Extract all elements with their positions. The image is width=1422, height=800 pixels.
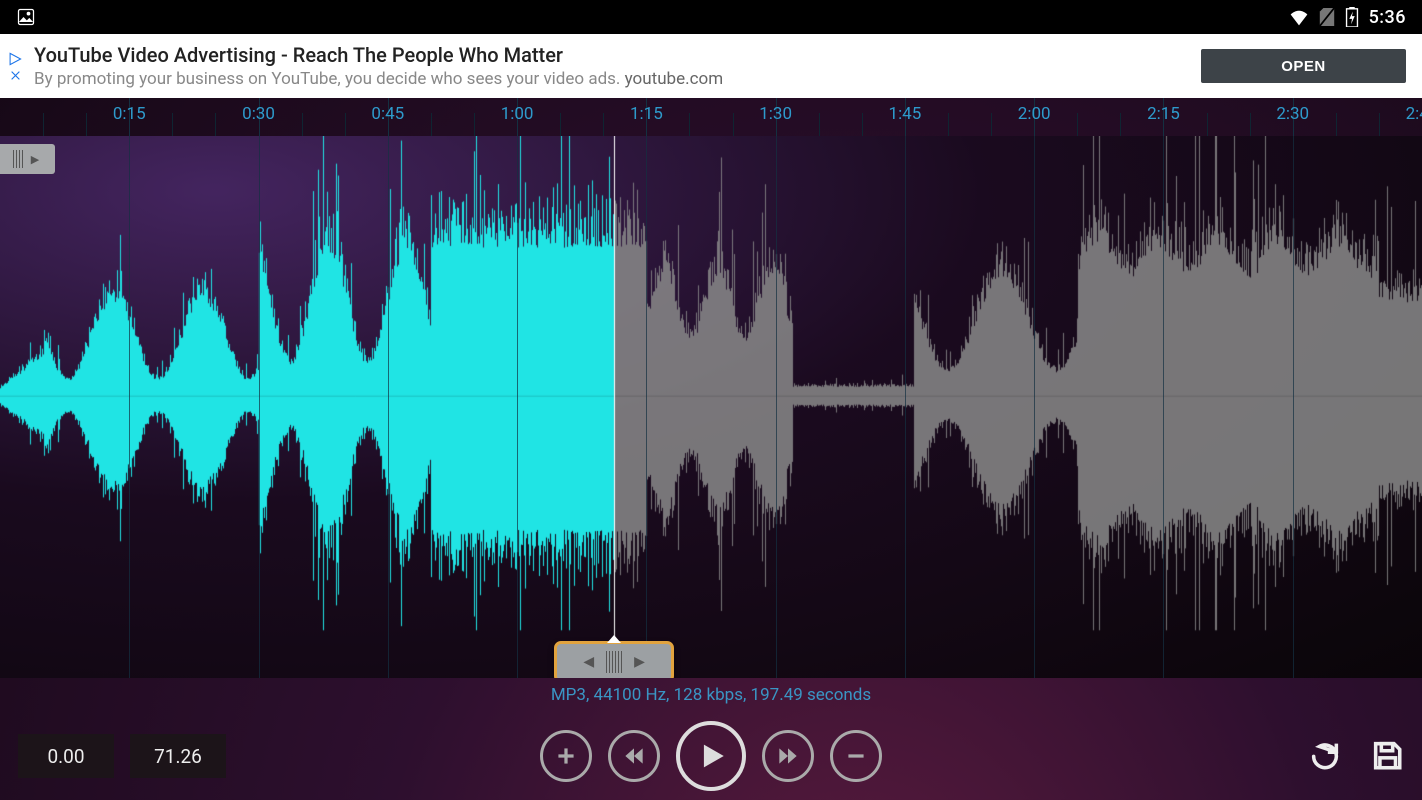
redo-button[interactable]: [1308, 738, 1342, 775]
ruler-tick-label: 1:45: [889, 104, 922, 124]
battery-charging-icon: [1345, 7, 1359, 27]
zoom-out-button[interactable]: [830, 730, 882, 782]
zoom-in-button[interactable]: [540, 730, 592, 782]
ruler-tick-label: 0:15: [113, 104, 146, 124]
ruler-tick-label: 2:45: [1406, 104, 1422, 124]
waveform-area[interactable]: ▶ ◀ ▶: [0, 136, 1422, 678]
start-time-box[interactable]: 0.00: [18, 734, 114, 778]
chevron-left-icon: ◀: [583, 654, 594, 670]
gallery-icon: [16, 7, 36, 27]
fast-forward-button[interactable]: [762, 730, 814, 782]
ad-title: YouTube Video Advertising - Reach The Pe…: [34, 43, 1191, 67]
wifi-icon: [1289, 8, 1309, 26]
ruler-tick-label: 2:30: [1276, 104, 1309, 124]
ad-subtitle: By promoting your business on YouTube, y…: [34, 69, 1191, 89]
ruler-tick-label: 2:15: [1147, 104, 1180, 124]
ruler-tick-label: 1:00: [501, 104, 534, 124]
ad-banner[interactable]: YouTube Video Advertising - Reach The Pe…: [0, 34, 1422, 98]
audio-info-text: MP3, 44100 Hz, 128 kbps, 197.49 seconds: [0, 678, 1422, 712]
play-button[interactable]: [676, 721, 746, 791]
ruler-tick-label: 1:30: [759, 104, 792, 124]
selection-start-handle[interactable]: ▶: [0, 144, 55, 174]
waveform-canvas[interactable]: [0, 136, 1422, 678]
ad-open-button[interactable]: OPEN: [1201, 49, 1406, 83]
ruler-tick-label: 2:00: [1018, 104, 1051, 124]
adchoices-badge[interactable]: [6, 52, 24, 81]
bottom-controls: 0.00 71.26: [0, 712, 1422, 800]
ruler-tick-label: 1:15: [630, 104, 663, 124]
status-time: 5:36: [1369, 7, 1406, 28]
android-status-bar: 5:36: [0, 0, 1422, 34]
chevron-right-icon: ▶: [31, 153, 39, 166]
save-button[interactable]: [1370, 738, 1404, 775]
end-time-box[interactable]: 71.26: [130, 734, 226, 778]
ruler-tick-label: 0:45: [371, 104, 404, 124]
selection-end-handle[interactable]: ◀ ▶: [554, 641, 674, 678]
rewind-button[interactable]: [608, 730, 660, 782]
no-sim-icon: [1319, 8, 1335, 26]
ad-text[interactable]: YouTube Video Advertising - Reach The Pe…: [34, 43, 1191, 89]
ruler-tick-label: 0:30: [242, 104, 275, 124]
chevron-right-icon: ▶: [634, 654, 645, 670]
timeline-ruler[interactable]: 0:15 0:30 0:45 1:00 1:15 1:30 1:45 2:00 2:15 2:30…: [0, 98, 1422, 136]
